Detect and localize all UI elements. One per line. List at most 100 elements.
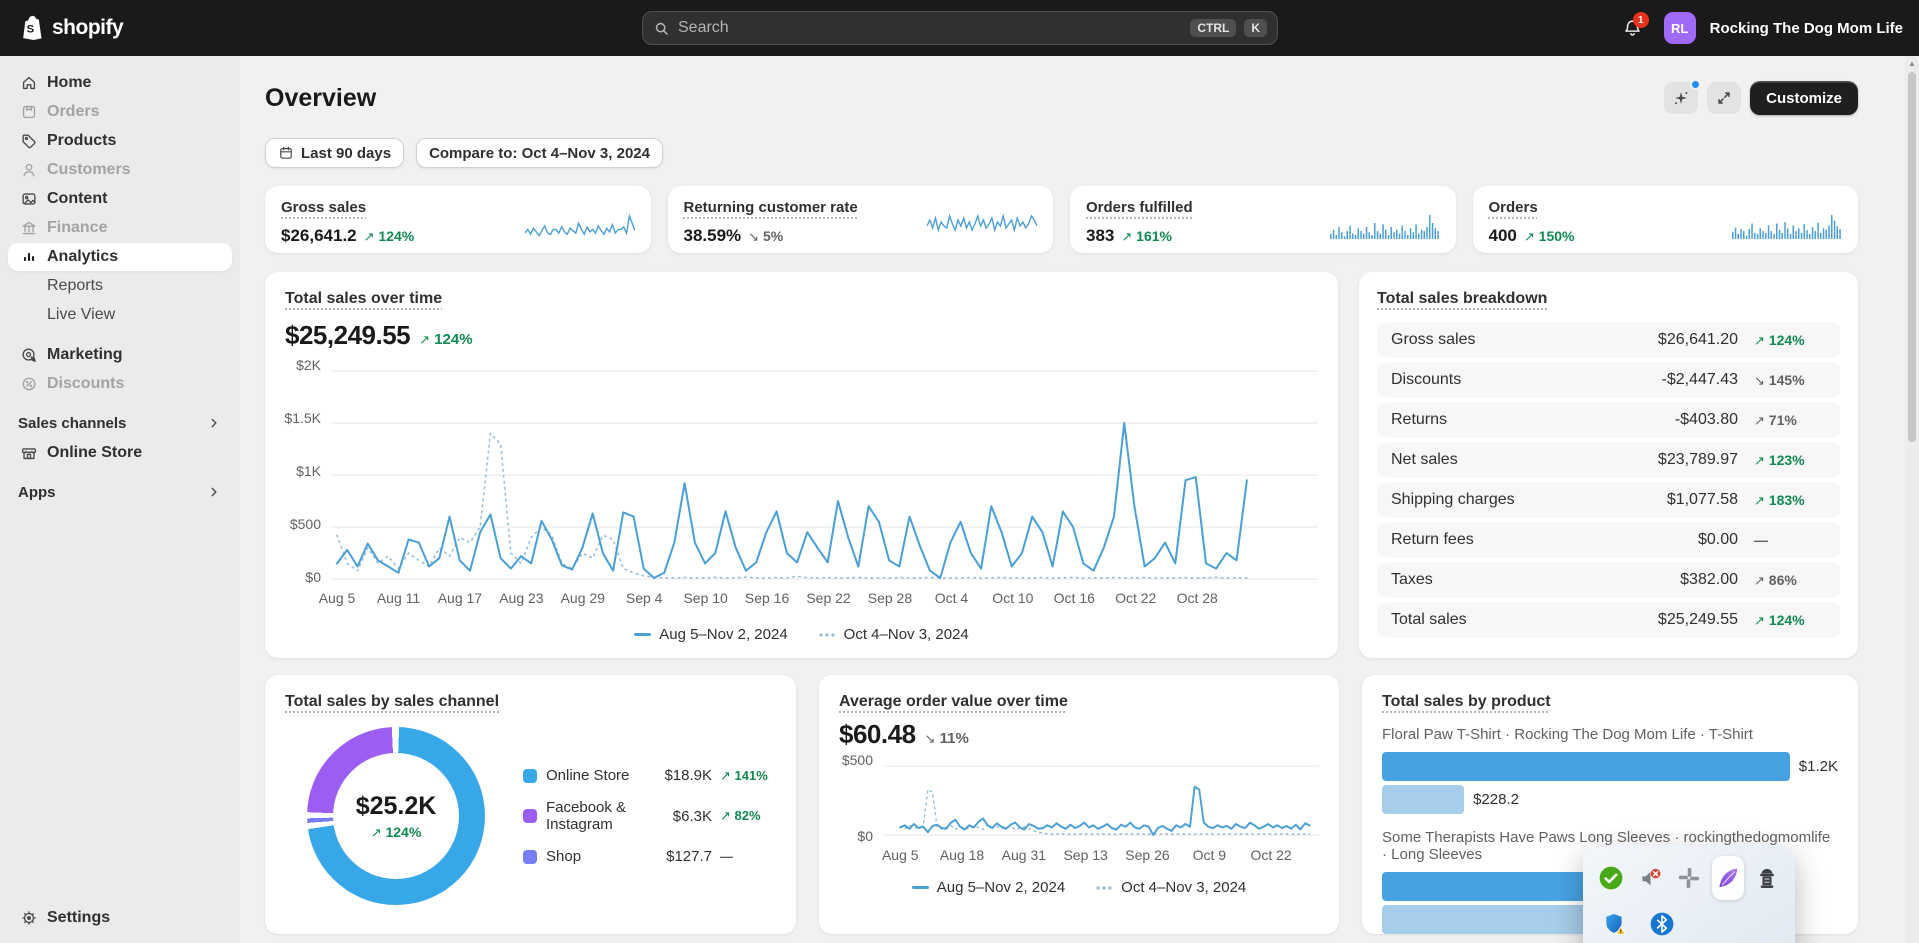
x-axis-label: Oct 22 — [1115, 590, 1156, 606]
breakdown-row-total-sales[interactable]: Total sales$25,249.55↗ 124% — [1377, 602, 1840, 638]
notification-badge: 1 — [1633, 12, 1649, 28]
sidebar-section-apps[interactable]: Apps — [8, 477, 232, 507]
avatar[interactable]: RL — [1664, 12, 1696, 44]
sidebar-item-settings[interactable]: Settings — [8, 904, 232, 932]
scrollbar-up-arrow[interactable]: ▲ — [1905, 59, 1919, 68]
verified-check-icon[interactable] — [1595, 856, 1627, 900]
sidebar-item-label: Reports — [47, 277, 103, 295]
channel-swatch — [523, 769, 537, 783]
product-bar-previous[interactable] — [1382, 785, 1464, 814]
total-sales-line-chart[interactable] — [331, 365, 1318, 580]
product-bar-row: $228.2 — [1382, 785, 1838, 814]
shortcut-ctrl-key: CTRL — [1190, 19, 1236, 37]
search-input[interactable]: Search CTRL K — [642, 11, 1278, 45]
finance-icon — [20, 219, 38, 237]
page-scrollbar[interactable]: ▲ — [1905, 56, 1919, 943]
aov-line-chart[interactable] — [883, 760, 1319, 840]
breakdown-value: -$2,447.43 — [1661, 371, 1738, 389]
metric-label[interactable]: Returning customer rate — [684, 199, 858, 216]
sidebar-item-analytics[interactable]: Analytics — [8, 243, 232, 271]
sales-by-channel-title[interactable]: Total sales by sales channel — [285, 693, 499, 711]
date-range-filter[interactable]: Last 90 days — [265, 138, 404, 168]
app-knot-icon[interactable] — [1673, 856, 1705, 900]
breakdown-row-return-fees[interactable]: Return fees$0.00— — [1377, 522, 1840, 558]
breakdown-value: $1,077.58 — [1667, 491, 1738, 509]
sidebar-item-label: Marketing — [47, 346, 123, 364]
breakdown-row-returns[interactable]: Returns-$403.80↗ 71% — [1377, 402, 1840, 438]
x-axis-label: Aug 31 — [1002, 847, 1046, 863]
sidebar-item-marketing[interactable]: Marketing — [8, 341, 232, 369]
sidebar-item-label: Discounts — [47, 375, 124, 393]
channel-donut-chart[interactable]: $25.2K ↗ 124% — [307, 727, 485, 905]
sidebar-item-home[interactable]: Home — [8, 69, 232, 97]
breakdown-row-net-sales[interactable]: Net sales$23,789.97↗ 123% — [1377, 442, 1840, 478]
search-placeholder: Search — [678, 19, 1182, 37]
breakdown-label: Returns — [1391, 411, 1675, 429]
total-sales-over-time-card: Total sales over time $25,249.55 ↗ 124% … — [265, 272, 1338, 658]
x-axis-label: Aug 17 — [438, 590, 482, 606]
breakdown-row-shipping-charges[interactable]: Shipping charges$1,077.58↗ 183% — [1377, 482, 1840, 518]
channel-swatch — [523, 850, 537, 864]
channel-value: $127.7 — [666, 848, 712, 865]
aov-value: $60.48 — [839, 719, 916, 750]
device-blocked-icon[interactable] — [1634, 856, 1666, 900]
y-axis-label: $1K — [296, 463, 321, 479]
sidebar-item-content[interactable]: Content — [8, 185, 232, 213]
store-name[interactable]: Rocking The Dog Mom Life — [1710, 20, 1903, 37]
product-bar-current[interactable] — [1382, 752, 1790, 781]
sidebar-item-customers[interactable]: Customers — [8, 156, 232, 184]
orders-icon — [20, 103, 38, 121]
fullscreen-button[interactable] — [1707, 82, 1741, 114]
ai-assistant-button[interactable] — [1664, 82, 1698, 114]
channel-legend-row-online-store[interactable]: Online Store$18.9K↗ 141% — [523, 767, 776, 784]
product-bar-value: $228.2 — [1473, 791, 1519, 808]
hydrant-icon[interactable] — [1751, 856, 1783, 900]
x-axis-label: Oct 10 — [992, 590, 1033, 606]
sidebar-item-orders[interactable]: Orders — [8, 98, 232, 126]
sidebar-item-discounts[interactable]: Discounts — [8, 370, 232, 398]
metric-label[interactable]: Orders — [1489, 199, 1538, 216]
search-icon — [653, 20, 670, 37]
breakdown-row-gross-sales[interactable]: Gross sales$26,641.20↗ 124% — [1377, 322, 1840, 358]
y-axis-label: $1.5K — [284, 410, 321, 426]
breakdown-title[interactable]: Total sales breakdown — [1377, 290, 1547, 308]
compare-filter[interactable]: Compare to: Oct 4–Nov 3, 2024 — [416, 138, 663, 168]
shield-warning-icon[interactable] — [1595, 902, 1635, 943]
channel-legend-row-facebook-instagram[interactable]: Facebook & Instagram$6.3K↗ 82% — [523, 799, 776, 833]
sidebar-item-online-store[interactable]: Online Store — [8, 439, 232, 467]
scrollbar-thumb[interactable] — [1908, 72, 1916, 442]
sidebar-item-finance[interactable]: Finance — [8, 214, 232, 242]
bluetooth-icon[interactable] — [1642, 902, 1682, 943]
shopify-logo[interactable]: S shopify — [0, 13, 240, 43]
metric-label[interactable]: Gross sales — [281, 199, 366, 216]
breakdown-label: Shipping charges — [1391, 491, 1667, 509]
notifications-button[interactable]: 1 — [1616, 11, 1650, 45]
sales-by-product-title[interactable]: Total sales by product — [1382, 693, 1551, 711]
breakdown-label: Discounts — [1391, 371, 1661, 389]
sidebar-item-products[interactable]: Products — [8, 127, 232, 155]
date-range-label: Last 90 days — [301, 145, 391, 162]
sidebar-item-live-view[interactable]: Live View — [8, 301, 232, 329]
metric-label[interactable]: Orders fulfilled — [1086, 199, 1193, 216]
system-tray-popup — [1583, 845, 1795, 943]
sidebar-item-reports[interactable]: Reports — [8, 272, 232, 300]
channel-legend-row-shop[interactable]: Shop$127.7— — [523, 848, 776, 865]
analytics-icon — [20, 248, 38, 266]
aov-title[interactable]: Average order value over time — [839, 693, 1068, 711]
metric-value: 400 — [1489, 226, 1517, 246]
metric-sparkline — [927, 213, 1037, 240]
feather-pen-icon[interactable] — [1712, 856, 1744, 900]
sidebar-section-sales-channels[interactable]: Sales channels — [8, 408, 232, 438]
sidebar-section-label: Sales channels — [18, 415, 126, 432]
sidebar-section-label: Apps — [18, 484, 56, 501]
metric-delta: ↘ 5% — [748, 228, 783, 245]
sidebar-item-label: Products — [47, 132, 116, 150]
customize-button[interactable]: Customize — [1750, 81, 1858, 115]
breakdown-row-taxes[interactable]: Taxes$382.00↗ 86% — [1377, 562, 1840, 598]
metric-sparkline — [1330, 213, 1440, 240]
breakdown-row-discounts[interactable]: Discounts-$2,447.43↘ 145% — [1377, 362, 1840, 398]
channel-label: Online Store — [546, 767, 664, 784]
total-sales-chart-title[interactable]: Total sales over time — [285, 290, 442, 308]
sparkle-icon — [1672, 89, 1690, 107]
breakdown-label: Return fees — [1391, 531, 1698, 549]
